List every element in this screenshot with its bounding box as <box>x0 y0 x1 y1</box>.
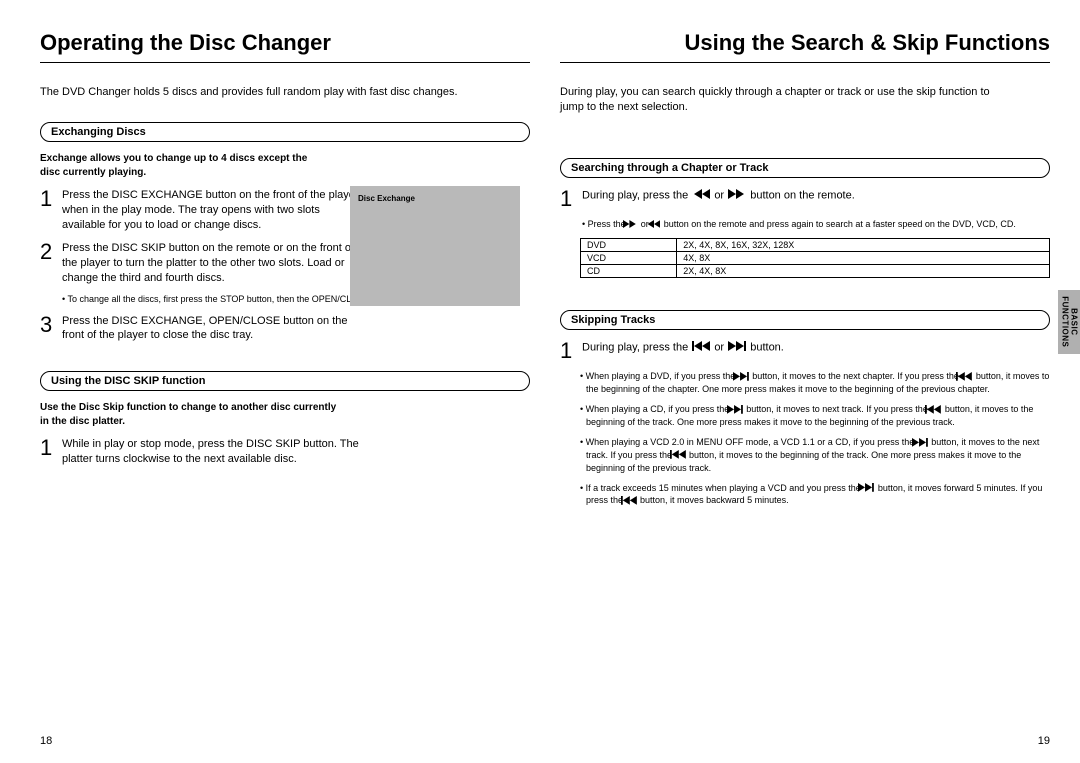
tab-label: BASICFUNCTIONS <box>1060 296 1078 347</box>
cell: 4X, 8X <box>677 252 1050 265</box>
table-row: CD2X, 4X, 8X <box>581 265 1050 278</box>
rewind-icon <box>692 188 710 203</box>
skip-prev-icon <box>962 371 972 383</box>
step-text: During play, press the or button on the … <box>582 188 855 210</box>
text-fragment: During play, press the <box>582 189 691 201</box>
step-number: 1 <box>40 188 56 233</box>
bullet-item: If a track exceeds 15 minutes when playi… <box>580 482 1050 507</box>
step-1: 1 Press the DISC EXCHANGE button on the … <box>40 188 360 233</box>
text-fragment: button on the remote. <box>750 189 855 201</box>
skip-bullets: When playing a DVD, if you press the but… <box>580 370 1050 515</box>
title-rule <box>560 62 1050 63</box>
cell: 2X, 4X, 8X <box>677 265 1050 278</box>
text-fragment: When playing a DVD, if you press the <box>586 371 738 381</box>
image-caption: Disc Exchange <box>358 194 415 203</box>
section-heading-skipping: Skipping Tracks <box>560 310 1050 330</box>
step-3: 3 Press the DISC EXCHANGE, OPEN/CLOSE bu… <box>40 314 360 344</box>
skip-prev-icon <box>692 340 710 355</box>
text-fragment: button, it moves to next track. If you p… <box>744 404 931 414</box>
skip-prev-icon <box>676 449 686 461</box>
table-row: VCD4X, 8X <box>581 252 1050 265</box>
rewind-icon <box>652 218 660 230</box>
text-fragment: During play, press the <box>582 342 691 354</box>
page-number-left: 18 <box>40 735 52 747</box>
text-fragment: button, it moves to the next chapter. If… <box>750 371 962 381</box>
step-text: Press the DISC SKIP button on the remote… <box>62 241 360 286</box>
left-page: Operating the Disc Changer The DVD Chang… <box>40 30 530 753</box>
step-number: 3 <box>40 314 56 344</box>
step-number: 2 <box>40 241 56 286</box>
text-fragment: If a track exceeds 15 minutes when playi… <box>586 483 864 493</box>
skip-prev-icon <box>627 495 637 507</box>
step-text: While in play or stop mode, press the DI… <box>62 437 360 467</box>
cell: CD <box>581 265 677 278</box>
step-number: 1 <box>560 188 576 210</box>
fast-forward-icon <box>629 218 637 230</box>
text-fragment: button on the remote and press again to … <box>664 219 1016 229</box>
cell: VCD <box>581 252 677 265</box>
step-1: 1 During play, press the or button on th… <box>560 188 880 210</box>
text-fragment: When playing a CD, if you press the <box>586 404 732 414</box>
skip-prev-icon <box>931 404 941 416</box>
step-text: Press the DISC EXCHANGE button on the fr… <box>62 188 360 233</box>
section-heading-exchanging: Exchanging Discs <box>40 122 530 142</box>
section-heading-search: Searching through a Chapter or Track <box>560 158 1050 178</box>
cell: DVD <box>581 239 677 252</box>
step-text: During play, press the or button. <box>582 340 784 362</box>
disc-exchange-image: Disc Exchange <box>350 186 520 306</box>
skip-next-icon <box>733 404 743 416</box>
intro-text: The DVD Changer holds 5 discs and provid… <box>40 85 530 100</box>
step-2: 2 Press the DISC SKIP button on the remo… <box>40 241 360 286</box>
skip-next-icon <box>918 437 928 449</box>
fast-forward-icon <box>728 188 746 203</box>
page-number-right: 19 <box>1038 735 1050 747</box>
step-number: 1 <box>40 437 56 467</box>
text-fragment: button, it moves backward 5 minutes. <box>638 495 789 505</box>
text-fragment: button. <box>750 342 784 354</box>
step-number: 1 <box>560 340 576 362</box>
step-1: 1 While in play or stop mode, press the … <box>40 437 360 467</box>
cell: 2X, 4X, 8X, 16X, 32X, 128X <box>677 239 1050 252</box>
section-tab: BASICFUNCTIONS <box>1058 290 1080 354</box>
right-page: Using the Search & Skip Functions During… <box>560 30 1050 753</box>
page-title-left: Operating the Disc Changer <box>40 30 530 56</box>
step-text: Press the DISC EXCHANGE, OPEN/CLOSE butt… <box>62 314 360 344</box>
text-fragment: or <box>714 189 727 201</box>
section-bold-intro: Use the Disc Skip function to change to … <box>40 401 340 429</box>
text-fragment: Press the <box>588 219 629 229</box>
skip-next-icon <box>864 482 874 494</box>
skip-next-icon <box>739 371 749 383</box>
intro-text: During play, you can search quickly thro… <box>560 85 1000 116</box>
text-fragment: When playing a VCD 2.0 in MENU OFF mode,… <box>586 437 917 447</box>
table-row: DVD2X, 4X, 8X, 16X, 32X, 128X <box>581 239 1050 252</box>
page-title-right: Using the Search & Skip Functions <box>560 30 1050 56</box>
skip-next-icon <box>728 340 746 355</box>
section-heading-diskskip: Using the DISC SKIP function <box>40 371 530 391</box>
text-fragment: or <box>714 342 727 354</box>
title-rule <box>40 62 530 63</box>
search-note: Press the or button on the remote and pr… <box>580 218 1050 231</box>
manual-spread: Operating the Disc Changer The DVD Chang… <box>0 0 1080 763</box>
speed-table: DVD2X, 4X, 8X, 16X, 32X, 128X VCD4X, 8X … <box>580 238 1050 278</box>
bullet-item: When playing a VCD 2.0 in MENU OFF mode,… <box>580 436 1050 474</box>
bullet-item: When playing a DVD, if you press the but… <box>580 370 1050 395</box>
step-1: 1 During play, press the or button. <box>560 340 880 362</box>
section-bold-intro: Exchange allows you to change up to 4 di… <box>40 152 320 180</box>
bullet-item: When playing a CD, if you press the butt… <box>580 403 1050 428</box>
